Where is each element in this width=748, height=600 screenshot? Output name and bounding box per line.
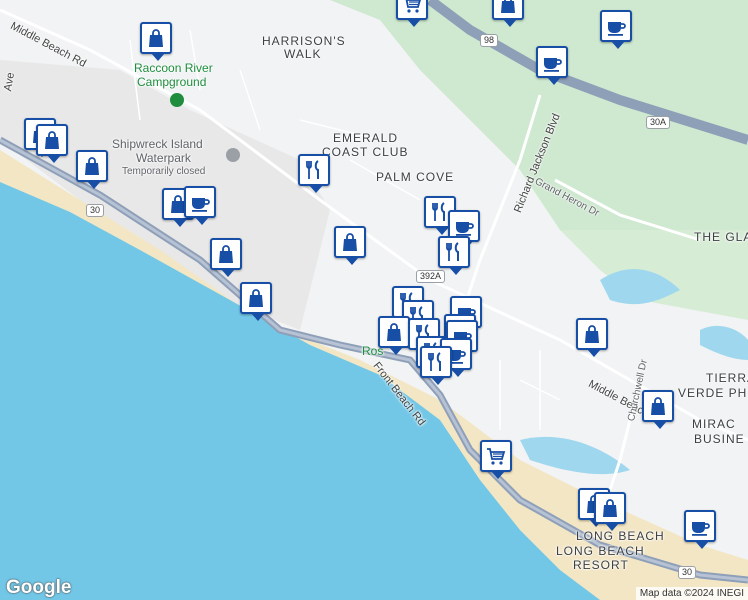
shopping-icon — [603, 499, 617, 517]
shopping-icon — [219, 245, 233, 263]
map-attribution[interactable]: Map data ©2024 INEGI — [635, 587, 748, 600]
campground-icon[interactable] — [170, 93, 184, 107]
neighborhood-label-harrisons-walk-2: WALK — [284, 47, 322, 61]
shopping-marker[interactable] — [378, 316, 410, 355]
shopping-marker[interactable] — [36, 124, 68, 163]
neighborhood-label-tierra: TIERRA — [706, 371, 748, 385]
neighborhood-label-emerald-coast-club: EMERALD — [333, 131, 399, 145]
shopping-marker[interactable] — [140, 22, 172, 61]
coffee-marker[interactable] — [184, 186, 216, 225]
restaurant-marker[interactable] — [420, 346, 452, 385]
route-shield-30-left: 30 — [86, 204, 105, 217]
poi-label-waterpark[interactable]: Waterpark — [136, 151, 191, 165]
coffee-marker[interactable] — [536, 46, 568, 85]
shopping-icon — [585, 325, 599, 343]
poi-label-temporarily-closed: Temporarily closed — [122, 166, 206, 177]
neighborhood-label-mirac: MIRAC — [692, 417, 736, 431]
shopping-marker[interactable] — [492, 0, 524, 27]
restaurant-icon — [446, 242, 459, 261]
map-canvas[interactable] — [0, 0, 748, 600]
coffee-icon — [692, 522, 710, 536]
shopping-icon — [85, 157, 99, 175]
route-shield-30-bottom: 30 — [678, 566, 697, 579]
coffee-icon — [192, 198, 210, 212]
shopping-marker[interactable] — [642, 390, 674, 429]
poi-label-campground[interactable]: Campground — [137, 75, 206, 89]
restaurant-marker[interactable] — [438, 236, 470, 275]
poi-label-shipwreck-island[interactable]: Shipwreck Island — [112, 137, 203, 151]
route-shield-30a: 30A — [646, 116, 671, 129]
shopping-icon — [149, 29, 163, 47]
neighborhood-label-emerald-coast-club-2: COAST CLUB — [322, 145, 409, 159]
shopping-icon — [501, 0, 515, 13]
neighborhood-label-long-beach: LONG BEACH — [576, 529, 665, 543]
shopping-marker[interactable] — [334, 226, 366, 265]
cart-marker[interactable] — [480, 440, 512, 479]
cart-marker[interactable] — [396, 0, 428, 27]
shopping-marker[interactable] — [240, 282, 272, 321]
shopping-icon — [249, 289, 263, 307]
coffee-icon — [544, 58, 562, 72]
waterpark-icon[interactable] — [226, 148, 240, 162]
restaurant-marker[interactable] — [298, 154, 330, 193]
restaurant-icon — [428, 352, 441, 371]
google-logo: Google — [6, 577, 72, 598]
shopping-icon — [387, 323, 401, 341]
neighborhood-label-long-beach-resort-2: RESORT — [573, 558, 629, 572]
neighborhood-label-harrisons-walk: HARRISON'S — [262, 34, 346, 48]
shopping-marker[interactable] — [76, 150, 108, 189]
coffee-marker[interactable] — [600, 10, 632, 49]
restaurant-icon — [306, 160, 319, 179]
route-shield-392a: 392A — [416, 270, 446, 283]
shopping-marker[interactable] — [594, 492, 626, 531]
coffee-marker[interactable] — [684, 510, 716, 549]
shopping-marker[interactable] — [210, 238, 242, 277]
neighborhood-label-palm-cove: PALM COVE — [376, 170, 455, 184]
neighborhood-label-long-beach-resort: LONG BEACH — [556, 544, 645, 558]
poi-label-raccoon-river[interactable]: Raccoon River — [134, 61, 213, 75]
cart-icon — [405, 0, 421, 13]
shopping-marker[interactable] — [576, 318, 608, 357]
neighborhood-label-verde-ph: VERDE PH — [678, 386, 748, 400]
shopping-icon — [651, 397, 665, 415]
coffee-icon — [456, 222, 474, 236]
cart-icon — [487, 448, 506, 465]
neighborhood-label-the-gla: THE GLA — [694, 230, 748, 244]
neighborhood-label-busine: BUSINE — [694, 432, 745, 446]
coffee-icon — [608, 22, 626, 36]
shopping-icon — [343, 233, 357, 251]
shopping-icon — [45, 131, 59, 149]
route-shield-98: 98 — [480, 34, 499, 47]
